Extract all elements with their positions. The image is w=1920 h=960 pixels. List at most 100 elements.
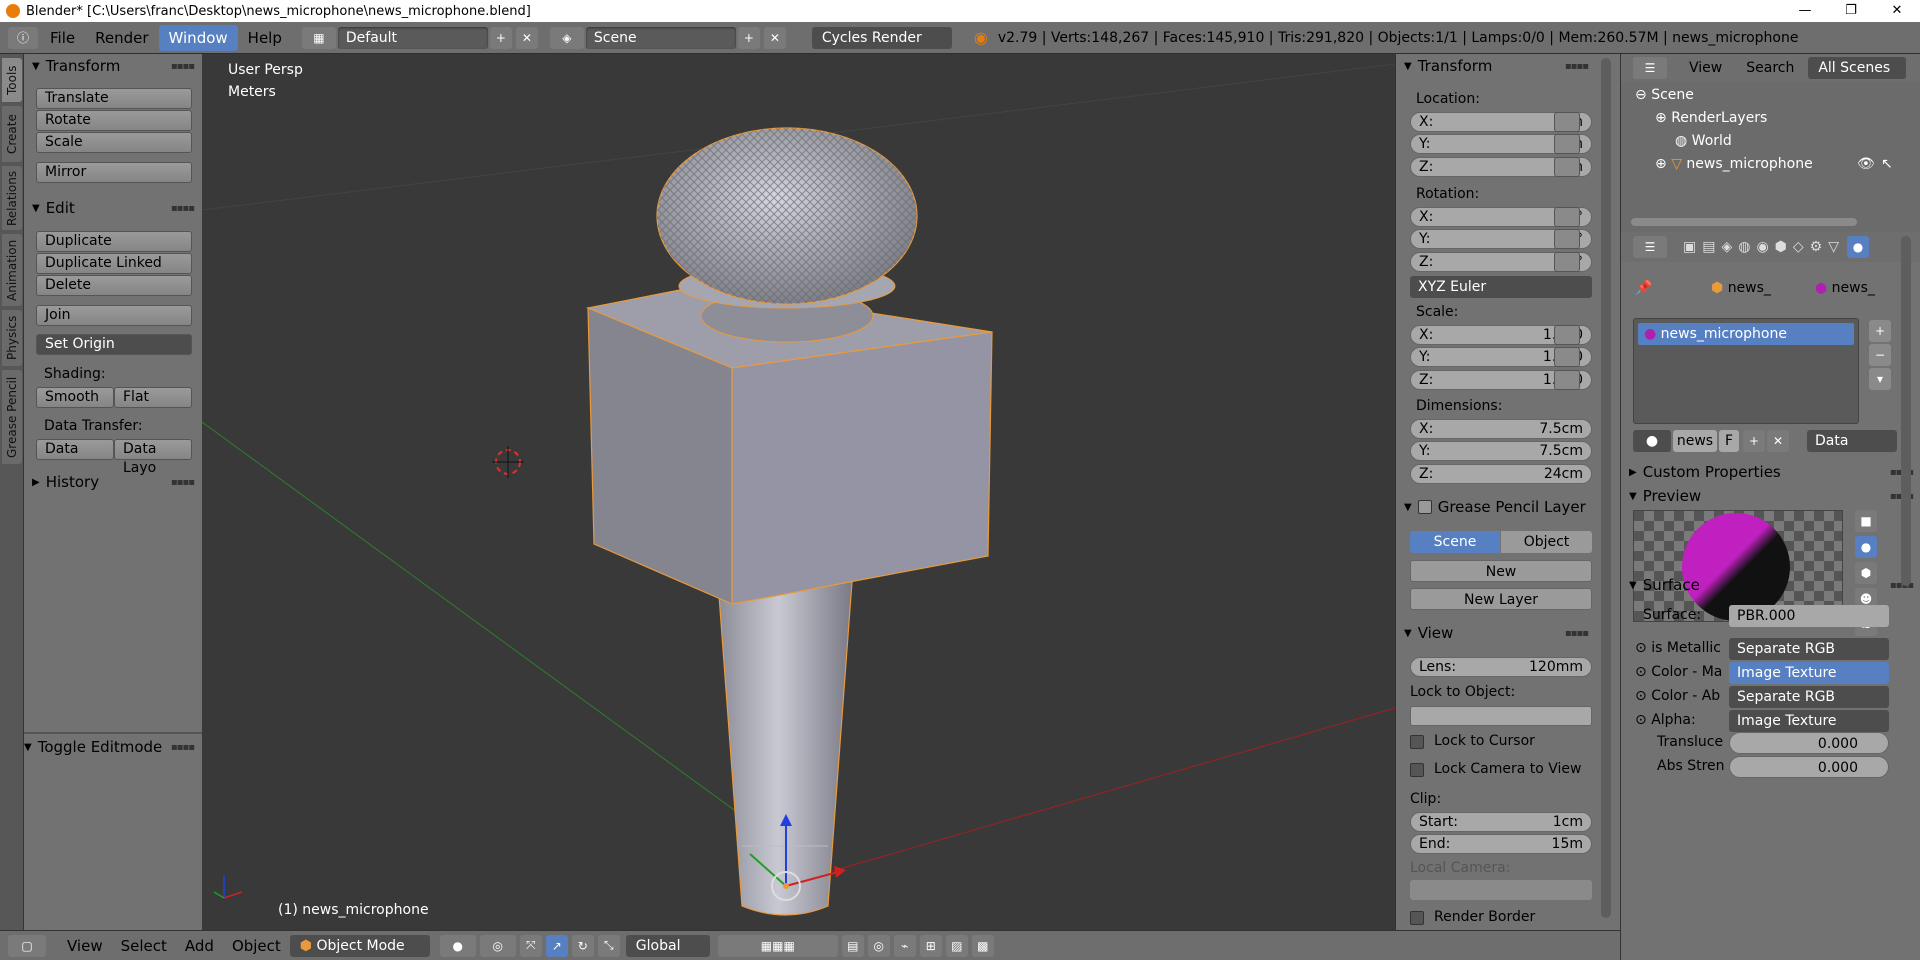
mode-dropdown[interactable]: ⬢ Object Mode: [289, 934, 430, 957]
material-tab-icon[interactable]: ●: [1846, 236, 1869, 258]
lock-icon[interactable]: [1554, 207, 1580, 227]
dimension-y-field[interactable]: Y: 7.5cm: [1410, 441, 1592, 461]
unlink-material-icon[interactable]: ✕: [1767, 430, 1789, 452]
lock-icon[interactable]: [1554, 134, 1580, 154]
outliner-item-world[interactable]: ◍ World: [1675, 133, 1732, 149]
info-editor-type-icon[interactable]: ⓘ: [8, 26, 38, 49]
manipulator-toggle-icon[interactable]: ⤧: [519, 934, 542, 957]
translate-button[interactable]: Translate: [36, 88, 192, 109]
transform-n-header[interactable]: ▼ Transform ▪▪▪▪: [1396, 54, 1596, 78]
breadcrumb-object[interactable]: ⬢ news_: [1711, 280, 1771, 296]
lens-field[interactable]: Lens: 120mm: [1410, 657, 1592, 677]
tab-animation[interactable]: Animation: [2, 234, 22, 306]
close-button[interactable]: ✕: [1874, 0, 1920, 22]
input-metallic-link[interactable]: Separate RGB: [1729, 638, 1889, 660]
material-name-field[interactable]: news: [1673, 430, 1717, 452]
surface-shader-field[interactable]: PBR.000: [1729, 605, 1889, 627]
outliner-view-menu[interactable]: View: [1689, 60, 1722, 76]
dimension-x-field[interactable]: X: 7.5cm: [1410, 419, 1592, 439]
toggle-editmode-header[interactable]: ▼ Toggle Editmode ▪▪▪▪: [16, 735, 202, 759]
abs-strength-slider[interactable]: 0.000: [1729, 756, 1889, 778]
all-scenes-dropdown[interactable]: All Scenes: [1808, 57, 1907, 79]
preview-header[interactable]: ▼Preview▪▪▪▪: [1621, 484, 1920, 508]
flat-button[interactable]: Flat: [114, 387, 192, 408]
remove-slot-icon[interactable]: −: [1869, 344, 1891, 366]
translucent-slider[interactable]: 0.000: [1729, 732, 1889, 754]
layers-grid-icon[interactable]: ▦▦▦: [717, 934, 838, 957]
render-anim-icon[interactable]: ▩: [971, 934, 994, 957]
selectable-cursor-icon[interactable]: ↖: [1881, 156, 1893, 172]
input-color-ab-link[interactable]: Separate RGB: [1729, 686, 1889, 708]
add-menu[interactable]: Add: [176, 937, 223, 955]
history-panel-header[interactable]: ▶ History ▪▪▪▪: [24, 470, 202, 494]
lock-icon[interactable]: [1554, 370, 1580, 390]
grease-pencil-header[interactable]: ▼ Grease Pencil Layer: [1396, 495, 1596, 519]
grease-pencil-checkbox[interactable]: [1417, 500, 1432, 514]
material-slot-item[interactable]: ● news_microphone: [1638, 323, 1854, 345]
join-button[interactable]: Join: [36, 305, 192, 326]
transform-panel-header[interactable]: ▼ Transform ▪▪▪▪: [24, 54, 202, 78]
outliner-editor-icon[interactable]: ☰: [1633, 57, 1667, 79]
lock-icon[interactable]: [1554, 157, 1580, 177]
input-alpha-link[interactable]: Image Texture: [1729, 710, 1889, 732]
tab-grease-pencil[interactable]: Grease Pencil: [2, 370, 22, 464]
properties-editor-icon[interactable]: ☰: [1633, 236, 1667, 258]
lock-icon[interactable]: [1554, 347, 1580, 367]
lock-object-field[interactable]: [1410, 706, 1592, 726]
menu-file[interactable]: File: [40, 22, 85, 54]
remove-layout-icon[interactable]: ✕: [515, 26, 538, 49]
viewport-shading-icon[interactable]: ●: [439, 934, 476, 957]
preview-flat-icon[interactable]: ■: [1855, 510, 1877, 532]
layer-lock-icon[interactable]: ▤: [841, 934, 864, 957]
rotation-mode-dropdown[interactable]: XYZ Euler: [1410, 276, 1592, 298]
menu-window[interactable]: Window: [158, 24, 238, 51]
outliner-item-scene[interactable]: ⊖ Scene: [1635, 87, 1694, 103]
3d-viewport[interactable]: User Persp Meters (1) news_microphone: [202, 54, 1395, 930]
screen-layout-field[interactable]: Default: [337, 26, 488, 49]
proportional-edit-icon[interactable]: ◎: [867, 934, 890, 957]
view-n-header[interactable]: ▼ View ▪▪▪▪: [1396, 621, 1596, 645]
scale-manipulator-icon[interactable]: ⤡: [597, 934, 620, 957]
tab-relations[interactable]: Relations: [2, 166, 22, 230]
lock-icon[interactable]: [1554, 252, 1580, 272]
grease-object-button[interactable]: Object: [1501, 531, 1592, 553]
tab-physics[interactable]: Physics: [2, 310, 22, 366]
snap-element-icon[interactable]: ⊞: [919, 934, 942, 957]
clip-end-field[interactable]: End: 15m: [1410, 834, 1592, 854]
fake-user-button[interactable]: F: [1719, 430, 1739, 452]
data-layout-button[interactable]: Data Layo: [114, 439, 192, 476]
rotate-manipulator-icon[interactable]: ↻: [571, 934, 594, 957]
outliner-scrollbar[interactable]: [1631, 218, 1857, 226]
scene-field[interactable]: Scene: [585, 26, 736, 49]
outliner-item-object[interactable]: ⊕ ▽ news_microphone: [1655, 156, 1813, 172]
visibility-eye-icon[interactable]: 👁: [1857, 156, 1875, 172]
data-button[interactable]: Data: [36, 439, 114, 460]
render-engine-dropdown[interactable]: Cycles Render: [811, 26, 952, 49]
slot-menu-icon[interactable]: ▾: [1869, 368, 1891, 390]
render-border-checkbox[interactable]: [1410, 911, 1424, 925]
link-data-dropdown[interactable]: Data: [1807, 430, 1897, 452]
outliner-search-menu[interactable]: Search: [1746, 60, 1794, 76]
menu-render[interactable]: Render: [85, 22, 158, 54]
tab-tools[interactable]: Tools: [2, 58, 22, 102]
n-panel-scrollbar[interactable]: [1601, 58, 1611, 918]
3d-cursor-icon[interactable]: [492, 446, 524, 478]
lock-camera-checkbox[interactable]: [1410, 763, 1424, 777]
object-menu[interactable]: Object: [223, 937, 290, 955]
preview-sphere-icon[interactable]: ●: [1855, 536, 1877, 558]
render-preview-icon[interactable]: ▨: [945, 934, 968, 957]
minimize-button[interactable]: —: [1782, 0, 1828, 22]
pin-icon[interactable]: 📌: [1635, 280, 1652, 296]
custom-properties-header[interactable]: ▶Custom Properties▪▪▪▪: [1621, 460, 1920, 484]
lock-icon[interactable]: [1554, 112, 1580, 132]
properties-scrollbar[interactable]: [1901, 236, 1911, 586]
material-browse-icon[interactable]: ●: [1633, 430, 1671, 452]
grease-scene-button[interactable]: Scene: [1410, 531, 1500, 553]
mirror-button[interactable]: Mirror: [36, 162, 192, 183]
lock-icon[interactable]: [1554, 325, 1580, 345]
scale-button[interactable]: Scale: [36, 132, 192, 153]
surface-header[interactable]: ▼ Surface ▪▪▪▪: [1621, 573, 1920, 597]
editor-type-icon[interactable]: ▢: [8, 934, 46, 957]
add-slot-icon[interactable]: +: [1869, 320, 1891, 342]
set-origin-dropdown[interactable]: Set Origin: [36, 334, 192, 355]
